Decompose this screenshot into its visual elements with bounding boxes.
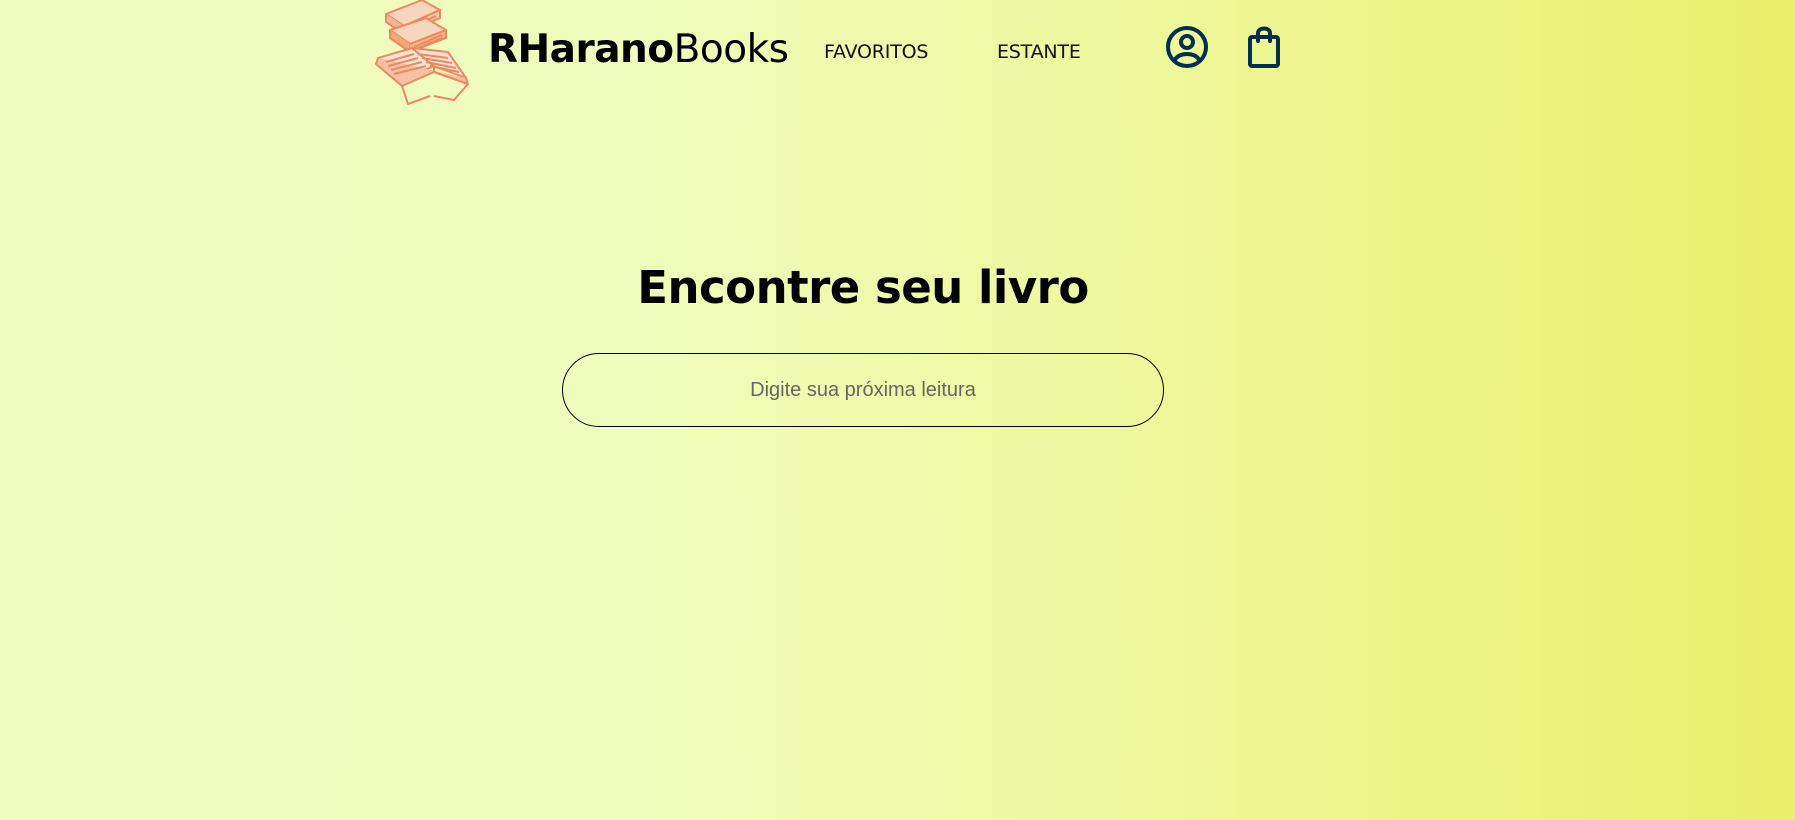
nav-shelf-link[interactable]: ESTANTE (997, 40, 1081, 64)
brand-name[interactable]: RHaranoBooks (488, 26, 789, 74)
brand-name-light: Books (673, 27, 789, 72)
brand-name-strong: RHarano (488, 27, 674, 72)
shopping-bag-icon (1248, 26, 1280, 68)
site-header: RHaranoBooks FAVORITOS ESTANTE (0, 0, 1795, 110)
nav-favorites-link[interactable]: FAVORITOS (824, 40, 928, 64)
search-input[interactable] (562, 353, 1164, 427)
page-title: Encontre seu livro (637, 261, 1089, 314)
shopping-bag-button[interactable] (1244, 24, 1284, 70)
profile-button[interactable] (1164, 24, 1210, 70)
books-logo-icon[interactable] (374, 0, 470, 108)
user-circle-icon (1166, 26, 1208, 68)
